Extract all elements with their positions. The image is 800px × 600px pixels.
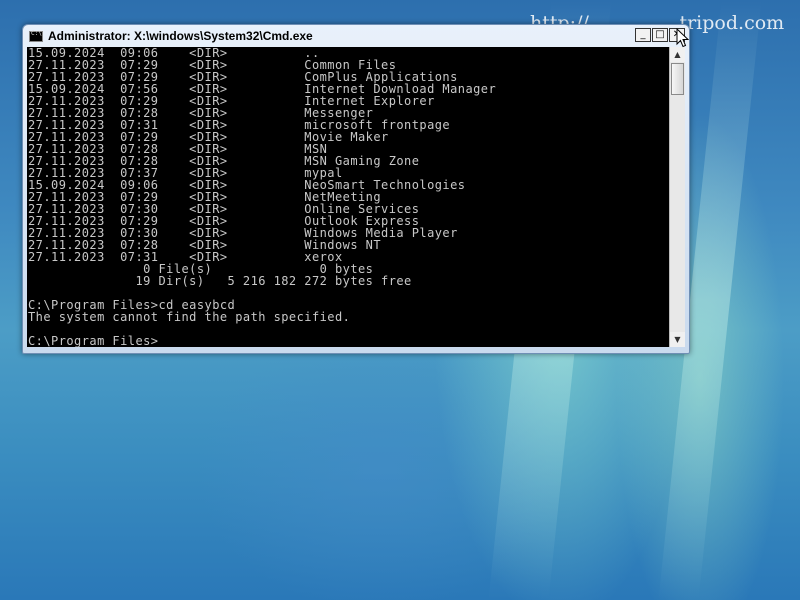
console-line: 19 Dir(s) 5 216 182 272 bytes free bbox=[28, 274, 412, 288]
window-title: Administrator: X:\windows\System32\Cmd.e… bbox=[48, 29, 313, 43]
mouse-pointer-icon bbox=[676, 28, 690, 48]
scrollbar-thumb[interactable] bbox=[671, 63, 684, 95]
scroll-up-arrow-icon[interactable]: ▲ bbox=[670, 47, 685, 62]
scroll-down-arrow-icon[interactable]: ▼ bbox=[670, 332, 685, 347]
maximize-button[interactable]: □ bbox=[652, 28, 668, 42]
console-output[interactable]: 15.09.2024 09:06 <DIR> .. 27.11.2023 07:2… bbox=[27, 47, 669, 347]
title-bar[interactable]: Administrator: X:\windows\System32\Cmd.e… bbox=[23, 25, 689, 47]
minimize-button[interactable]: _ bbox=[635, 28, 651, 42]
cmd-window[interactable]: Administrator: X:\windows\System32\Cmd.e… bbox=[22, 24, 690, 354]
cmd-icon[interactable] bbox=[29, 30, 43, 42]
vertical-scrollbar[interactable]: ▲ ▼ bbox=[669, 47, 685, 347]
console-text: 15.09.2024 09:06 <DIR> .. 27.11.2023 07:2… bbox=[27, 47, 669, 347]
console-line: The system cannot find the path specifie… bbox=[28, 310, 351, 324]
console-line: C:\Program Files> bbox=[28, 334, 159, 347]
